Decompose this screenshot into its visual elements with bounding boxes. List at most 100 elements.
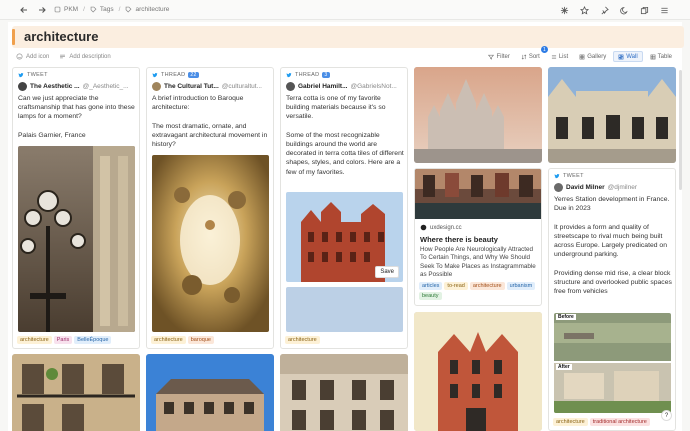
tag-icon <box>126 6 132 13</box>
tweet-card-aesthetic[interactable]: TWEET The Aesthetic ... @_Aesthetic_... C… <box>12 67 140 349</box>
thread-card-terracotta[interactable]: THREAD 3 Gabriel Hamilt... @GabrielsNot...… <box>280 67 408 349</box>
thread-count-badge: 3 <box>322 72 330 78</box>
add-icon-button[interactable]: Add icon <box>16 53 49 60</box>
moon-icon[interactable] <box>618 4 630 16</box>
avatar <box>286 82 295 91</box>
avatar <box>18 82 27 91</box>
tag-icon <box>90 6 97 13</box>
view-wall[interactable]: Wall <box>613 51 643 62</box>
link-description: How People Are Neurologically Attracted … <box>420 246 536 278</box>
forward-arrow-icon[interactable] <box>36 4 48 16</box>
sparkle-icon[interactable] <box>558 4 570 16</box>
smiley-icon <box>16 53 23 60</box>
tweet-text: Yerres Station development in France. Du… <box>554 196 672 296</box>
image-card-ornate-facade[interactable] <box>280 354 408 431</box>
sort-icon <box>521 53 527 60</box>
tag-chip[interactable]: architecture <box>553 418 588 426</box>
thread-author[interactable]: Gabriel Hamilt... @GabrielsNot... <box>286 82 406 91</box>
thread-card-baroque[interactable]: THREAD 22 The Cultural Tut... @culturaltut… <box>146 67 274 349</box>
sort-button[interactable]: Sort 1 <box>517 46 548 62</box>
table-icon <box>650 54 656 59</box>
image-card-grand-building[interactable] <box>548 67 676 163</box>
twitter-icon <box>18 72 24 78</box>
thread-author[interactable]: The Cultural Tut... @culturaltut... <box>152 82 272 91</box>
tweet-author[interactable]: David Milner @djmilner <box>554 183 674 192</box>
list-icon <box>551 54 556 59</box>
tweet-image-before-after[interactable]: Before After <box>554 313 671 413</box>
tweet-text: Can we just appreciate the craftsmanship… <box>18 95 135 139</box>
image-card-milan-cathedral[interactable] <box>414 67 542 163</box>
tweet-author[interactable]: The Aesthetic ... @_Aesthetic_... <box>18 82 138 91</box>
tag-list: architecture traditional architecture <box>553 418 673 426</box>
scrollbar[interactable] <box>679 70 682 190</box>
workspace-icon <box>54 6 61 13</box>
link-image-canal <box>415 169 541 219</box>
image-card-balconies[interactable] <box>12 354 140 431</box>
image-card-facade-blue[interactable] <box>146 354 274 431</box>
tag-chip[interactable]: beauty <box>419 292 442 300</box>
thread-text: A brief introduction to Baroque architec… <box>152 95 268 149</box>
filter-button[interactable]: Filter <box>484 51 513 62</box>
breadcrumb-current[interactable]: architecture <box>125 6 169 13</box>
thread-image-baroque-ceiling[interactable] <box>152 155 269 332</box>
breadcrumb-pkm[interactable]: PKM <box>54 6 78 13</box>
tag-chip[interactable]: urbanism <box>506 282 536 290</box>
tag-list: architecture <box>285 336 405 344</box>
tweet-image-lamps[interactable] <box>18 146 135 332</box>
copy-window-icon[interactable] <box>638 4 650 16</box>
tag-chip[interactable]: articles <box>419 282 443 290</box>
toolbar-icons <box>558 4 670 16</box>
tag-chip[interactable]: Paris <box>53 336 73 344</box>
thread-image-secondary[interactable] <box>286 287 403 332</box>
globe-icon <box>420 224 427 231</box>
breadcrumb: PKM / Tags / architecture <box>54 6 169 13</box>
view-table[interactable]: Table <box>646 51 676 62</box>
after-label: After <box>556 364 572 370</box>
twitter-icon <box>286 72 292 78</box>
thread-image-terracotta-building[interactable]: Save <box>286 192 403 282</box>
title-banner: architecture <box>12 26 684 48</box>
thread-count-badge: 22 <box>188 72 199 78</box>
nav-buttons <box>18 4 48 16</box>
help-button[interactable]: ? <box>661 410 672 421</box>
twitter-icon <box>554 173 560 179</box>
tag-chip[interactable]: BelleÉpoque <box>74 336 112 344</box>
menu-icon[interactable] <box>658 4 670 16</box>
link-card-where-there-is-beauty[interactable]: uxdesign.cc Where there is beauty How Pe… <box>414 168 542 306</box>
tag-chip[interactable]: traditional architecture <box>589 418 650 426</box>
add-description-button[interactable]: Add description <box>59 53 111 60</box>
tag-list: articles to-read architecture urbanism b… <box>419 282 539 300</box>
save-button[interactable]: Save <box>375 266 399 278</box>
back-arrow-icon[interactable] <box>18 4 30 16</box>
image-card-drawing[interactable] <box>414 312 542 431</box>
title-accent <box>12 29 15 45</box>
tag-list: architecture Paris BelleÉpoque <box>17 336 137 344</box>
text-icon <box>60 54 66 59</box>
grid-icon <box>579 54 585 59</box>
link-title: Where there is beauty <box>420 235 498 244</box>
link-source: uxdesign.cc <box>420 224 462 231</box>
tag-list: architecture baroque <box>151 336 271 344</box>
thread-text: Terra cotta is one of my favorite buildi… <box>286 95 404 176</box>
pin-icon[interactable] <box>598 4 610 16</box>
view-list[interactable]: List <box>547 51 572 62</box>
tag-chip[interactable]: baroque <box>187 336 214 344</box>
breadcrumb-tags[interactable]: Tags <box>90 6 114 13</box>
wall-icon <box>618 54 624 59</box>
twitter-icon <box>152 72 158 78</box>
view-switcher: Filter Sort 1 List Gallery Wall Table <box>484 46 676 62</box>
tweet-card-yerres-station[interactable]: TWEET David Milner @djmilner Yerres Stati… <box>548 168 676 431</box>
page-actions: Add icon Add description <box>16 53 111 60</box>
view-gallery[interactable]: Gallery <box>575 51 610 62</box>
tag-chip[interactable]: architecture <box>17 336 52 344</box>
filter-icon <box>488 54 495 60</box>
tag-chip[interactable]: to-read <box>444 282 468 290</box>
tag-chip[interactable]: architecture <box>151 336 186 344</box>
star-icon[interactable] <box>578 4 590 16</box>
tag-chip[interactable]: architecture <box>285 336 320 344</box>
page-content: architecture Add icon Add description Fi… <box>8 22 684 431</box>
tag-chip[interactable]: architecture <box>469 282 505 290</box>
before-label: Before <box>556 314 576 320</box>
avatar <box>152 82 161 91</box>
page-title[interactable]: architecture <box>24 29 98 44</box>
